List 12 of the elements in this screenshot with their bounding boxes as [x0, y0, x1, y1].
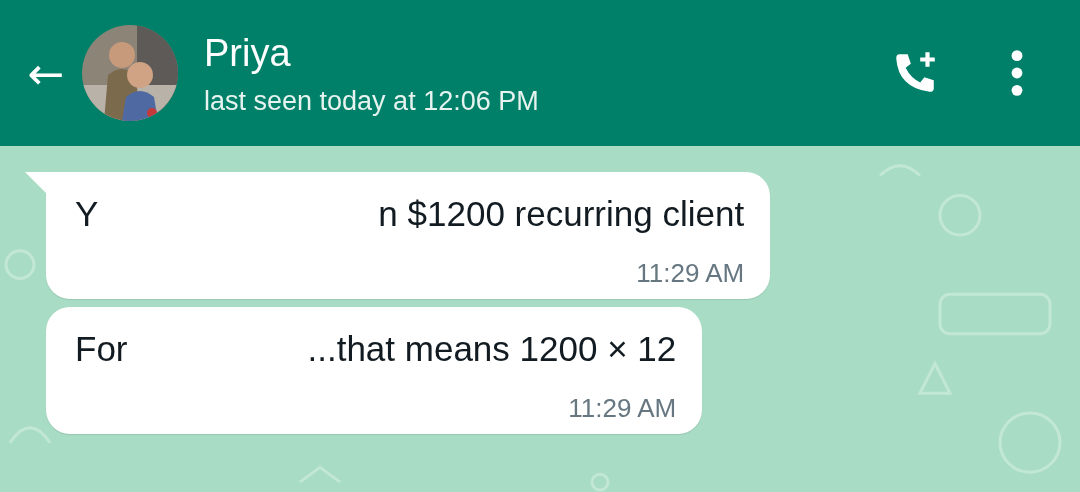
contact-name[interactable]: Priya [204, 29, 291, 76]
message-text: ...that means 1200 × 12 [307, 328, 677, 370]
message-bubble[interactable]: For ...that means 1200 × 12 11:29 AM [46, 307, 703, 434]
last-seen-status: last seen today at 12:06 PM [204, 85, 539, 117]
menu-icon[interactable] [1010, 47, 1024, 99]
message-text: For [75, 328, 128, 370]
back-button[interactable]: ← [20, 47, 72, 99]
message-time: 11:29 AM [636, 258, 745, 289]
message-text: n $1200 recurring client [378, 193, 745, 235]
message-bubble[interactable]: Y n $1200 recurring client 11:29 AM [46, 172, 771, 299]
message-text: Y [75, 193, 99, 235]
message-time: 11:29 AM [568, 393, 677, 424]
